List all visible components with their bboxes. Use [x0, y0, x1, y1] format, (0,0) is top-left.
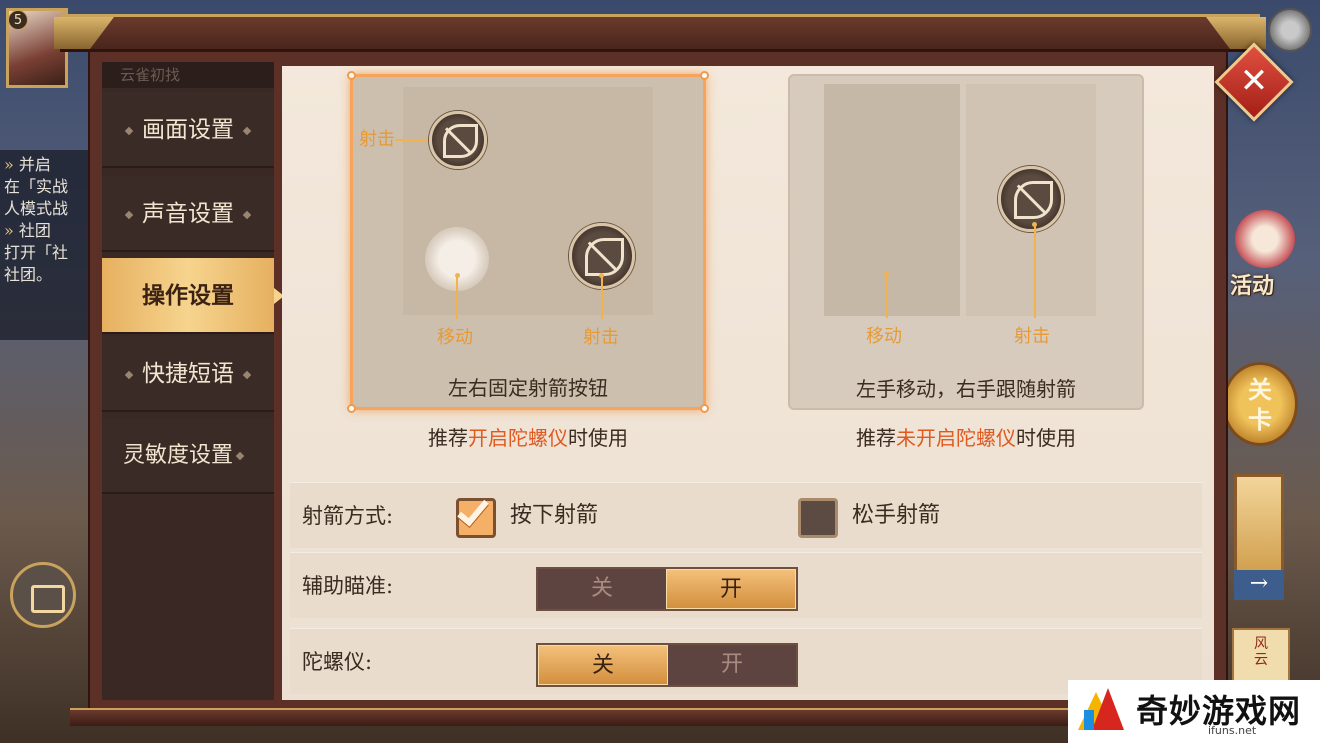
- corner-dot: [347, 71, 356, 80]
- scheme-a-recommendation: 推荐开启陀螺仪时使用: [428, 426, 628, 450]
- diamond-icon: [242, 210, 252, 220]
- arrow-right-icon[interactable]: →: [1234, 570, 1284, 600]
- bow-icon: [429, 111, 487, 169]
- gyroscope-off[interactable]: 关: [538, 645, 668, 685]
- gear-icon[interactable]: [1268, 8, 1312, 52]
- aim-assist-label: 辅助瞄准:: [302, 574, 394, 598]
- settings-sidebar: 云雀初找 画面设置 声音设置 操作设置 快捷短语 灵敏度设置: [102, 62, 284, 700]
- sidebar-item-quick-phrases[interactable]: 快捷短语: [102, 336, 274, 412]
- diamond-icon: [235, 451, 245, 461]
- move-label: 移动: [437, 327, 473, 348]
- diamond-icon: [242, 370, 252, 380]
- close-icon: ✕: [1239, 61, 1269, 101]
- aim-assist-toggle[interactable]: 关 开: [536, 567, 798, 611]
- release-shoot-label[interactable]: 松手射箭: [852, 483, 940, 549]
- aim-assist-row: 辅助瞄准: 关 开: [290, 552, 1202, 618]
- shoot-label: 射击: [1014, 326, 1050, 347]
- gyroscope-label: 陀螺仪:: [302, 650, 373, 674]
- sidebar-item-label: 快捷短语: [142, 361, 234, 387]
- corner-dot: [700, 71, 709, 80]
- diamond-icon: [124, 126, 134, 136]
- sidebar-item-label: 画面设置: [142, 117, 234, 143]
- sidebar-item-label: 声音设置: [142, 201, 234, 227]
- watermark-url: ifuns.net: [1208, 724, 1257, 737]
- scheme-b-recommendation: 推荐未开启陀螺仪时使用: [856, 426, 1076, 450]
- frame-top-beam: [60, 14, 1260, 52]
- shoot-mode-row: 射箭方式: 按下射箭 松手射箭: [290, 482, 1202, 548]
- release-shoot-checkbox[interactable]: [798, 498, 838, 538]
- corner-dot: [347, 404, 356, 413]
- pointer-line: [395, 139, 431, 141]
- diamond-icon: [124, 210, 134, 220]
- gyroscope-on[interactable]: 开: [668, 645, 796, 685]
- scheme-caption: 左手移动，右手跟随射箭: [856, 377, 1076, 401]
- press-shoot-label[interactable]: 按下射箭: [510, 483, 598, 549]
- shoot-mode-label: 射箭方式:: [302, 504, 394, 528]
- sidebar-item-controls[interactable]: 操作设置: [102, 258, 284, 334]
- sidebar-item-label: 操作设置: [142, 282, 234, 309]
- activity-button[interactable]: 活动: [1230, 210, 1300, 300]
- gyroscope-row: 陀螺仪: 关 开: [290, 628, 1202, 694]
- move-label: 移动: [866, 326, 902, 347]
- lantern-icon: [1235, 210, 1295, 268]
- corner-dot: [700, 404, 709, 413]
- pointer-line: [456, 277, 458, 319]
- player-level-badge: 5: [8, 10, 28, 30]
- scheme-fixed-buttons[interactable]: 射击 移动 射击 左右固定射箭按钮: [347, 71, 709, 413]
- controls-settings-panel: 射击 移动 射击 左右固定射箭按钮 推荐开启陀螺仪时使用 移动 射击 左手移动，…: [282, 66, 1214, 700]
- check-icon: [457, 493, 489, 527]
- activity-label: 活动: [1230, 273, 1275, 299]
- pointer-line: [1034, 226, 1036, 318]
- pointer-line: [886, 276, 888, 318]
- side-scroll[interactable]: 风 云: [1232, 628, 1290, 688]
- sidebar-item-sound[interactable]: 声音设置: [102, 176, 274, 252]
- aim-assist-off[interactable]: 关: [538, 569, 666, 609]
- scheme-caption: 左右固定射箭按钮: [448, 376, 608, 400]
- pointer-line: [601, 277, 603, 319]
- scheme-left-zone: [824, 84, 960, 316]
- sidebar-header: 云雀初找: [102, 62, 274, 88]
- press-shoot-checkbox[interactable]: [456, 493, 496, 538]
- shoot-label: 射击: [583, 327, 619, 348]
- bow-icon: [998, 166, 1064, 232]
- sidebar-item-graphics[interactable]: 画面设置: [102, 92, 274, 168]
- shoot-label-top: 射击: [359, 129, 395, 150]
- gyroscope-toggle[interactable]: 关 开: [536, 643, 798, 687]
- diamond-icon: [124, 370, 134, 380]
- diamond-icon: [242, 126, 252, 136]
- aim-assist-on[interactable]: 开: [666, 569, 796, 609]
- mailbox-icon[interactable]: [10, 562, 76, 628]
- site-watermark: 奇妙游戏网 ifuns.net: [1068, 680, 1320, 743]
- sidebar-item-label: 灵敏度设置: [122, 443, 233, 468]
- stage-button[interactable]: 关 卡: [1222, 362, 1298, 446]
- sidebar-item-sensitivity[interactable]: 灵敏度设置: [102, 418, 274, 494]
- scheme-follow-shoot[interactable]: 移动 射击 左手移动，右手跟随射箭: [788, 74, 1144, 410]
- site-logo-icon: [1078, 688, 1126, 732]
